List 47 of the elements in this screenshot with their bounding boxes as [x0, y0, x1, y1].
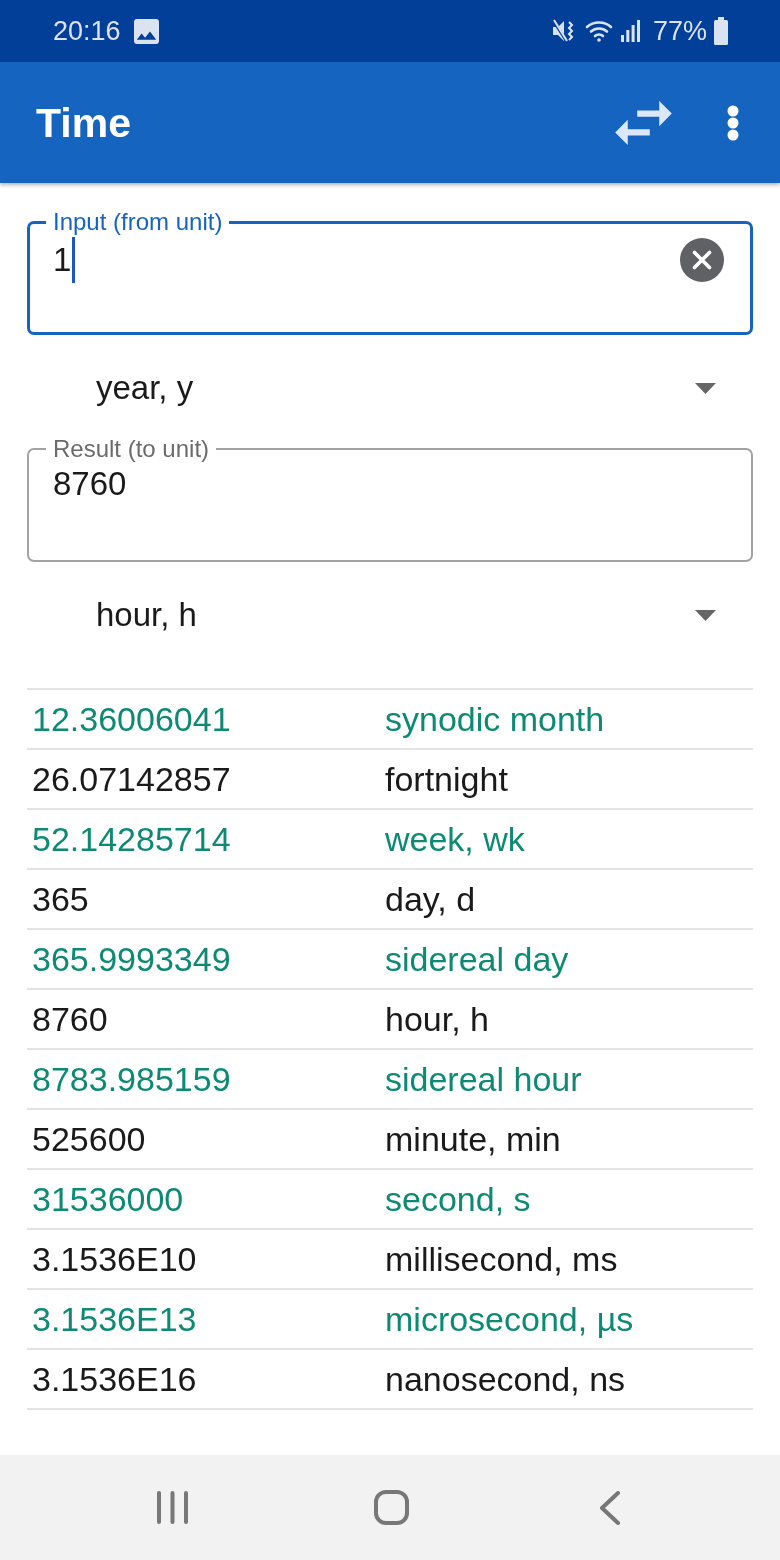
field-value: 8760 — [53, 464, 127, 504]
swap-arrows-icon[interactable] — [615, 100, 672, 145]
table-cell: second, s — [385, 1179, 531, 1219]
back-icon[interactable] — [599, 1490, 621, 1525]
table-cell: sidereal hour — [385, 1059, 582, 1099]
table-cell: 3.1536E13 — [32, 1299, 197, 1339]
field-value: 1 — [53, 240, 72, 280]
table-cell: minute, min — [385, 1119, 561, 1159]
clear-icon[interactable] — [680, 238, 724, 282]
table-cell: day, d — [385, 879, 476, 919]
table-cell: millisecond, ms — [385, 1239, 618, 1279]
table-cell: nanosecond, ns — [385, 1359, 626, 1399]
table-cell: fortnight — [385, 759, 508, 799]
table-cell: 365.9993349 — [32, 939, 231, 979]
table-cell: 31536000 — [32, 1179, 184, 1219]
home-icon[interactable] — [373, 1490, 409, 1525]
table-cell: 8783.985159 — [32, 1059, 231, 1099]
table-cell: 52.14285714 — [32, 819, 231, 859]
more-options-icon[interactable] — [727, 104, 739, 141]
table-cell: hour, h — [385, 999, 489, 1039]
dropdown-caret-icon — [695, 609, 716, 621]
image-icon — [133, 18, 159, 44]
text-cursor-icon — [72, 237, 76, 283]
signal-icon — [620, 20, 640, 42]
field-label: Input (from unit) — [52, 207, 224, 237]
table-cell: 365 — [32, 879, 89, 919]
table-cell: microsecond, µs — [385, 1299, 634, 1339]
status-time: 20:16 — [53, 15, 121, 47]
wifi-icon — [584, 19, 613, 43]
table-cell: week, wk — [385, 819, 525, 859]
table-cell: sidereal day — [385, 939, 569, 979]
recent-apps-icon[interactable] — [156, 1491, 188, 1524]
battery-percentage: 77% — [652, 15, 707, 47]
table-cell: 3.1536E10 — [32, 1239, 197, 1279]
table-cell: 3.1536E16 — [32, 1359, 197, 1399]
table-cell: 8760 — [32, 999, 108, 1039]
table-cell: synodic month — [385, 699, 605, 739]
app-title: Time — [36, 98, 132, 147]
unit-dropdown[interactable]: hour, h — [27, 580, 753, 650]
unit-dropdown[interactable]: year, y — [27, 353, 753, 423]
table-cell: 525600 — [32, 1119, 146, 1159]
speaker-muted-icon — [551, 18, 576, 44]
table-cell: 26.07142857 — [32, 759, 231, 799]
field-label: Result (to unit) — [52, 434, 211, 464]
battery-icon — [714, 17, 728, 45]
dropdown-caret-icon — [695, 382, 716, 394]
table-cell: 12.36006041 — [32, 699, 231, 739]
